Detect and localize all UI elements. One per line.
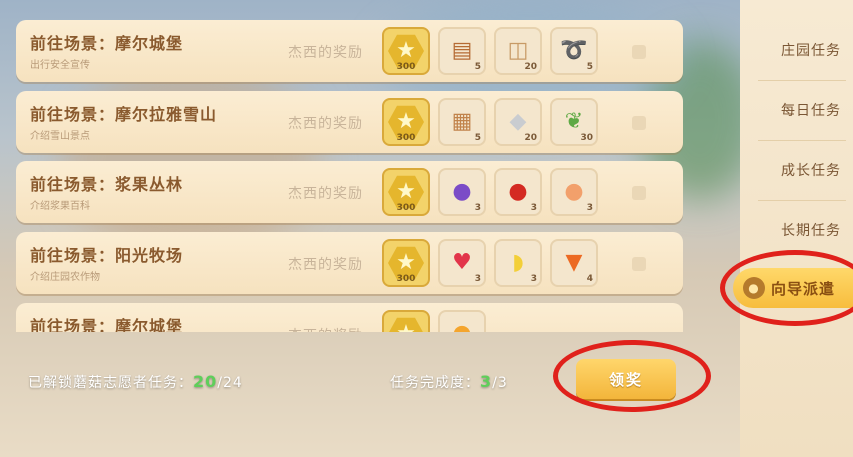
- unlock-done: 20: [193, 372, 218, 391]
- reward-slot[interactable]: ★ 300: [382, 168, 430, 216]
- stone-icon: ◆: [509, 109, 527, 134]
- reward-slot[interactable]: ★ 300: [382, 239, 430, 287]
- progress-total: /3: [492, 375, 508, 391]
- reward-quantity: 300: [396, 133, 416, 143]
- task-description: 介绍浆果百科: [30, 201, 90, 212]
- reward-quantity: 3: [474, 274, 481, 284]
- grass-bundle-icon: ❦: [564, 109, 584, 134]
- reward-slot[interactable]: ◫ 20: [494, 27, 542, 75]
- reward-slot[interactable]: ▦ 5: [438, 98, 486, 146]
- reward-label: 杰西的奖励: [288, 45, 363, 61]
- apple-icon: ●: [508, 179, 528, 204]
- reward-quantity: 3: [474, 203, 481, 213]
- checkbox-icon: [632, 257, 646, 271]
- reward-slot[interactable]: ◆ 20: [494, 98, 542, 146]
- reward-slot[interactable]: ● 3: [494, 168, 542, 216]
- highlight-ring-claim: [553, 340, 711, 412]
- reward-slot[interactable]: ★ 300: [382, 27, 430, 75]
- sidebar-item-growth-tasks[interactable]: 成长任务: [740, 150, 853, 190]
- star-coin-icon: ★: [388, 317, 424, 332]
- reward-quantity: 5: [586, 62, 593, 72]
- peach-icon: ●: [564, 179, 584, 204]
- checkbox-icon: [632, 116, 646, 130]
- reward-slot[interactable]: ● 3: [550, 168, 598, 216]
- reward-slot[interactable]: ★ 300: [382, 98, 430, 146]
- reward-quantity: 20: [524, 133, 537, 143]
- sidebar: 庄园任务 每日任务 成长任务 长期任务: [740, 0, 853, 457]
- reward-quantity: 30: [580, 133, 593, 143]
- task-card[interactable]: 前往场景：阳光牧场 介绍庄园农作物 杰西的奖励 ★ 300 ♥ 3 ◗ 3 ▼ 4: [16, 232, 683, 294]
- reward-slot[interactable]: ●: [438, 310, 486, 332]
- reward-label: 杰西的奖励: [288, 257, 363, 273]
- reward-slot[interactable]: ▼ 4: [550, 239, 598, 287]
- sidebar-item-daily-tasks[interactable]: 每日任务: [740, 90, 853, 130]
- reward-slot[interactable]: ❦ 30: [550, 98, 598, 146]
- checkbox-icon: [632, 186, 646, 200]
- sidebar-divider: [758, 200, 846, 201]
- banana-icon: ◗: [512, 250, 524, 275]
- reward-slot[interactable]: ➰ 5: [550, 27, 598, 75]
- sidebar-item-manor-tasks[interactable]: 庄园任务: [740, 30, 853, 70]
- wood-blocks-icon: ▦: [451, 109, 473, 134]
- task-title: 前往场景：浆果丛林: [30, 175, 184, 194]
- log-icon: ◫: [507, 38, 529, 63]
- task-card[interactable]: 前往场景：摩尔城堡 出行安全宣传 杰西的奖励 ★ 300 ▤ 5 ◫ 20 ➰ 5: [16, 20, 683, 82]
- reward-slot[interactable]: ● 3: [438, 168, 486, 216]
- task-list[interactable]: 前往场景：摩尔城堡 出行安全宣传 杰西的奖励 ★ 300 ▤ 5 ◫ 20 ➰ 5 前往场景：摩尔拉雅…: [16, 20, 686, 332]
- task-description: 出行安全宣传: [30, 60, 90, 71]
- progress-done: 3: [480, 372, 493, 391]
- unlock-label: 已解锁蘑菇志愿者任务：: [28, 375, 193, 391]
- sidebar-divider: [758, 80, 846, 81]
- reward-quantity: 5: [474, 62, 481, 72]
- sidebar-item-long-term-tasks[interactable]: 长期任务: [740, 210, 853, 250]
- reward-quantity: 5: [474, 133, 481, 143]
- reward-label: 杰西的奖励: [288, 116, 363, 132]
- reward-label: 杰西的奖励: [288, 325, 363, 332]
- strawberry-icon: ♥: [452, 250, 472, 275]
- task-completion: 任务完成度：3/3: [390, 372, 508, 392]
- reward-quantity: 300: [396, 274, 416, 284]
- task-description: 介绍雪山景点: [30, 131, 90, 142]
- unlock-total: /24: [217, 375, 243, 391]
- reward-label: 杰西的奖励: [288, 186, 363, 202]
- reward-quantity: 300: [396, 62, 416, 72]
- task-title: 前往场景：摩尔城堡: [30, 317, 184, 332]
- rope-icon: ➰: [560, 38, 588, 63]
- reward-quantity: 3: [530, 274, 537, 284]
- progress-label: 任务完成度：: [390, 375, 480, 391]
- orange-fruit-icon: ●: [452, 323, 471, 333]
- wood-planks-icon: ▤: [451, 38, 473, 63]
- reward-slot[interactable]: ♥ 3: [438, 239, 486, 287]
- reward-quantity: 20: [524, 62, 537, 72]
- task-card[interactable]: 前往场景：浆果丛林 介绍浆果百科 杰西的奖励 ★ 300 ● 3 ● 3 ● 3: [16, 161, 683, 223]
- task-title: 前往场景：摩尔拉雅雪山: [30, 105, 218, 124]
- task-title: 前往场景：阳光牧场: [30, 246, 184, 265]
- unlock-counter: 已解锁蘑菇志愿者任务：20/24: [28, 372, 243, 392]
- reward-slot[interactable]: ▤ 5: [438, 27, 486, 75]
- reward-quantity: 300: [396, 203, 416, 213]
- task-description: 介绍庄园农作物: [30, 272, 100, 283]
- reward-slot[interactable]: ◗ 3: [494, 239, 542, 287]
- reward-slot[interactable]: ★: [382, 310, 430, 332]
- reward-quantity: 3: [530, 203, 537, 213]
- sidebar-divider: [758, 140, 846, 141]
- reward-quantity: 3: [586, 203, 593, 213]
- grape-icon: ●: [452, 179, 472, 204]
- task-card[interactable]: 前往场景：摩尔拉雅雪山 介绍雪山景点 杰西的奖励 ★ 300 ▦ 5 ◆ 20 ❦ 30: [16, 91, 683, 153]
- reward-quantity: 4: [586, 274, 593, 284]
- carrot-icon: ▼: [565, 250, 583, 275]
- checkbox-icon: [632, 45, 646, 59]
- task-title: 前往场景：摩尔城堡: [30, 34, 184, 53]
- task-card[interactable]: 前往场景：摩尔城堡杰西的奖励 ★ ●: [16, 303, 683, 332]
